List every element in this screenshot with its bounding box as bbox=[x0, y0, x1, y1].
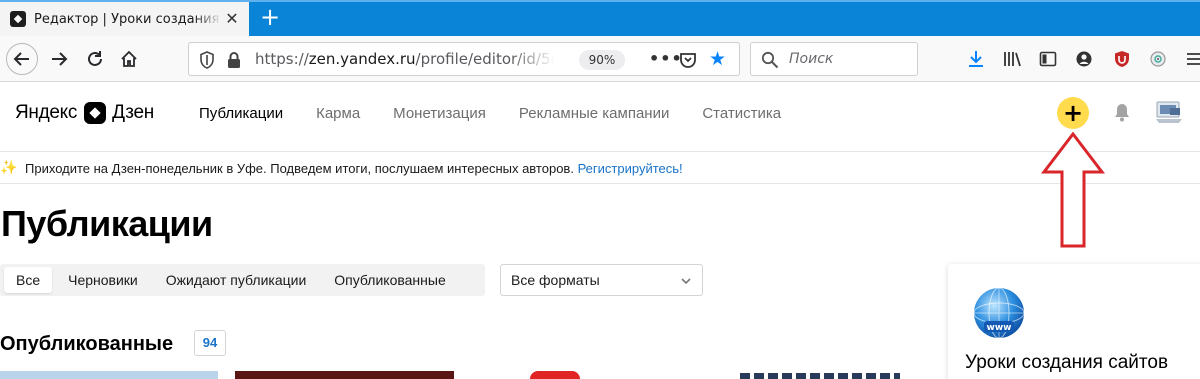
home-icon bbox=[121, 50, 137, 67]
reload-button[interactable] bbox=[80, 44, 110, 74]
sidebar-icon[interactable] bbox=[1038, 49, 1058, 69]
format-select[interactable]: Все форматы bbox=[500, 264, 703, 296]
filter-tab-drafts[interactable]: Черновики bbox=[54, 267, 152, 293]
channel-name: Уроки создания сайтов bbox=[965, 352, 1169, 373]
sparkle-icon: ✨ bbox=[0, 160, 18, 176]
forward-arrow-icon bbox=[52, 52, 68, 66]
notice-register-link[interactable]: Регистрируйтесь! bbox=[578, 161, 683, 176]
publication-card-thumbnail[interactable] bbox=[740, 373, 900, 379]
ublock-shield-icon[interactable] bbox=[1112, 49, 1132, 69]
notifications-bell-icon[interactable] bbox=[1113, 102, 1131, 122]
close-tab-icon[interactable]: ✕ bbox=[223, 10, 241, 28]
format-select-value: Все форматы bbox=[511, 272, 600, 288]
back-button[interactable] bbox=[6, 43, 38, 75]
reload-icon bbox=[88, 51, 102, 66]
menu-item-ad-campaigns[interactable]: Рекламные кампании bbox=[519, 105, 669, 122]
search-icon bbox=[761, 51, 779, 69]
search-placeholder: Поиск bbox=[789, 51, 834, 67]
filter-tab-all[interactable]: Все bbox=[4, 267, 53, 293]
main-menu: Публикации Карма Монетизация Рекламные к… bbox=[199, 105, 814, 122]
new-tab-button[interactable]: + bbox=[258, 5, 282, 29]
publication-card-thumbnail[interactable] bbox=[530, 371, 580, 379]
user-avatar-icon[interactable] bbox=[1155, 98, 1183, 126]
menu-item-publications[interactable]: Публикации bbox=[199, 105, 283, 122]
publication-card-thumbnail[interactable] bbox=[0, 371, 218, 379]
publication-filter-tabs: Все Черновики Ожидают публикации Опублик… bbox=[0, 264, 485, 296]
browser-tab-strip: Редактор | Уроки создания сайтов ✕ + bbox=[0, 0, 1200, 36]
menu-item-karma[interactable]: Карма bbox=[316, 105, 360, 122]
library-icon[interactable] bbox=[1002, 49, 1022, 69]
url-text[interactable]: https://zen.yandex.ru/profile/editor/id/… bbox=[255, 50, 555, 68]
logo-yandex-text: Яндекс bbox=[15, 102, 78, 123]
chevron-down-icon bbox=[681, 278, 691, 285]
tracking-shield-icon[interactable] bbox=[199, 51, 215, 69]
browser-tab-active[interactable]: Редактор | Уроки создания сайтов ✕ bbox=[0, 2, 249, 36]
account-icon[interactable] bbox=[1074, 49, 1094, 69]
zoom-level-badge[interactable]: 90% bbox=[579, 50, 625, 70]
lock-icon[interactable] bbox=[227, 51, 241, 69]
tab-title: Редактор | Уроки создания сайтов bbox=[34, 11, 222, 27]
back-arrow-icon bbox=[13, 52, 29, 66]
page-actions-menu-icon[interactable]: ••• bbox=[649, 49, 683, 68]
annotation-arrow-up-icon bbox=[1040, 132, 1106, 248]
filter-tab-published[interactable]: Опубликованные bbox=[320, 267, 459, 293]
dzen-favicon-icon bbox=[10, 11, 26, 27]
search-bar[interactable]: Поиск bbox=[750, 42, 918, 76]
page-title: Публикации bbox=[1, 203, 213, 244]
publication-card-thumbnail[interactable] bbox=[235, 371, 454, 379]
bookmark-star-icon[interactable]: ★ bbox=[709, 49, 726, 69]
notice-text: Приходите на Дзен-понедельник в Уфе. Под… bbox=[25, 161, 683, 176]
channel-card[interactable]: www Уроки создания сайтов bbox=[948, 264, 1200, 379]
dzen-header: Яндекс Дзен Публикации Карма Монетизация… bbox=[0, 82, 1200, 152]
browser-toolbar: https://zen.yandex.ru/profile/editor/id/… bbox=[0, 36, 1200, 82]
filter-tab-pending[interactable]: Ожидают публикации bbox=[152, 267, 321, 293]
url-bar[interactable]: https://zen.yandex.ru/profile/editor/id/… bbox=[188, 42, 740, 76]
logo-dzen-text: Дзен bbox=[112, 102, 154, 123]
promo-notice: ✨ Приходите на Дзен-понедельник в Уфе. П… bbox=[0, 153, 1200, 184]
home-button[interactable] bbox=[114, 44, 144, 74]
globe-www-label: www bbox=[987, 323, 1012, 333]
www-globe-icon: www bbox=[973, 287, 1025, 339]
extension-globe-icon[interactable] bbox=[1148, 49, 1168, 69]
forward-button[interactable] bbox=[44, 44, 74, 74]
section-title: Опубликованные bbox=[0, 333, 174, 355]
published-count-badge: 94 bbox=[194, 330, 226, 356]
menu-hamburger-icon[interactable] bbox=[1184, 49, 1200, 69]
dzen-logo-mark-icon bbox=[84, 102, 107, 124]
add-publication-button[interactable]: + bbox=[1057, 97, 1089, 129]
downloads-icon[interactable] bbox=[966, 49, 986, 69]
pocket-icon[interactable] bbox=[679, 51, 697, 69]
dzen-logo[interactable]: Яндекс Дзен bbox=[15, 102, 154, 124]
menu-item-monetization[interactable]: Монетизация bbox=[393, 105, 486, 122]
menu-item-statistics[interactable]: Статистика bbox=[702, 105, 781, 122]
